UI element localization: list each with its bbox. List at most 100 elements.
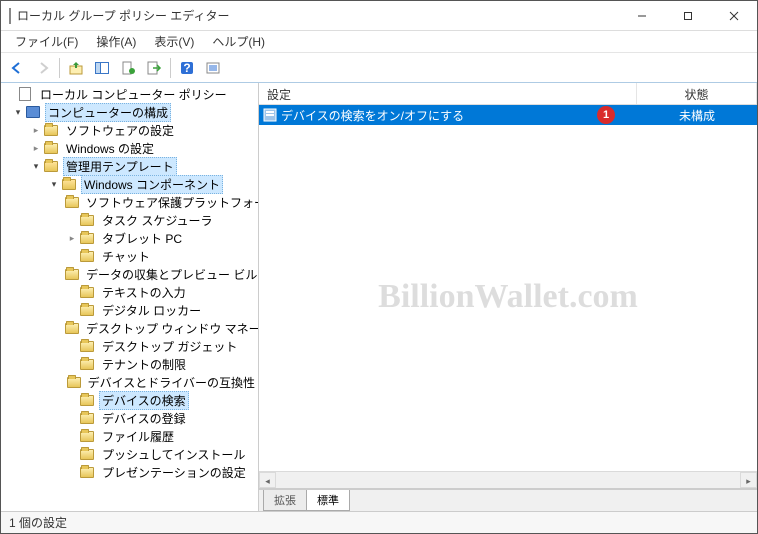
- tree-item[interactable]: デバイスの検索: [3, 391, 258, 409]
- tree-item-label[interactable]: チャット: [99, 248, 153, 265]
- tree-item-label[interactable]: ソフトウェア保護プラットフォーム: [83, 194, 258, 211]
- tree-item-label[interactable]: タスク スケジューラ: [99, 212, 216, 229]
- tree-computer-config[interactable]: コンピューターの構成: [45, 103, 171, 122]
- toolbar: ?: [1, 53, 757, 83]
- expand-toggle-icon[interactable]: [29, 161, 43, 172]
- folder-icon: [43, 122, 59, 138]
- svg-text:?: ?: [183, 61, 190, 75]
- folder-icon: [79, 302, 95, 318]
- tree-item-label[interactable]: データの収集とプレビュー ビル: [83, 266, 258, 283]
- tree-item[interactable]: デジタル ロッカー: [3, 301, 258, 319]
- folder-icon: [79, 392, 95, 408]
- setting-name: デバイスの検索をオン/オフにする: [281, 107, 464, 124]
- details-pane: 設定 状態 デバイスの検索をオン/オフにする 1 未構成 ◂ ▸: [259, 83, 757, 511]
- export-list-button[interactable]: [142, 56, 166, 80]
- tree-item-label[interactable]: デバイスとドライバーの互換性: [85, 374, 258, 391]
- expand-toggle-icon[interactable]: [29, 143, 43, 154]
- nav-forward-button[interactable]: [31, 56, 55, 80]
- title-bar[interactable]: ローカル グループ ポリシー エディター: [1, 1, 757, 31]
- tree-item[interactable]: テキストの入力: [3, 283, 258, 301]
- tree-item-label[interactable]: タブレット PC: [99, 230, 185, 247]
- folder-icon: [79, 356, 95, 372]
- tree-item-label[interactable]: ファイル履歴: [99, 428, 177, 445]
- minimize-button[interactable]: [619, 1, 665, 31]
- toolbar-separator-2: [170, 58, 171, 78]
- maximize-button[interactable]: [665, 1, 711, 31]
- close-button[interactable]: [711, 1, 757, 31]
- properties-button[interactable]: [116, 56, 140, 80]
- show-hide-tree-button[interactable]: [90, 56, 114, 80]
- tree-item[interactable]: データの収集とプレビュー ビル: [3, 265, 258, 283]
- tree-item-label[interactable]: デジタル ロッカー: [99, 302, 204, 319]
- settings-list: 設定 状態 デバイスの検索をオン/オフにする 1 未構成 ◂ ▸: [259, 83, 757, 489]
- app-icon: [9, 9, 11, 23]
- tree-item[interactable]: チャット: [3, 247, 258, 265]
- status-bar: 1 個の設定: [1, 511, 757, 533]
- folder-icon: [79, 230, 95, 246]
- menu-view[interactable]: 表示(V): [146, 31, 202, 52]
- tree-item[interactable]: プッシュしてインストール: [3, 445, 258, 463]
- tree-item[interactable]: デバイスの登録: [3, 409, 258, 427]
- tree-item[interactable]: デスクトップ ウィンドウ マネージ: [3, 319, 258, 337]
- tree-pane: ローカル コンピューター ポリシー コンピューターの構成 ソフトウェアの設定 W…: [1, 83, 259, 511]
- expand-toggle-icon[interactable]: [47, 179, 61, 190]
- tree-item-label[interactable]: テナントの制限: [99, 356, 189, 373]
- tree-scroll[interactable]: ローカル コンピューター ポリシー コンピューターの構成 ソフトウェアの設定 W…: [1, 83, 258, 511]
- nav-back-button[interactable]: [5, 56, 29, 80]
- settings-row-selected[interactable]: デバイスの検索をオン/オフにする 1 未構成: [259, 105, 757, 125]
- gpedit-window: ローカル グループ ポリシー エディター ファイル(F) 操作(A) 表示(V)…: [0, 0, 758, 534]
- menu-file[interactable]: ファイル(F): [7, 31, 86, 52]
- folder-icon: [79, 212, 95, 228]
- policy-item-icon: [263, 108, 277, 122]
- menu-help[interactable]: ヘルプ(H): [204, 31, 273, 52]
- expand-toggle-icon[interactable]: [11, 107, 25, 118]
- tree-software-settings[interactable]: ソフトウェアの設定: [63, 122, 177, 139]
- up-level-button[interactable]: [64, 56, 88, 80]
- tree-item-label[interactable]: デスクトップ ガジェット: [99, 338, 240, 355]
- column-header-state[interactable]: 状態: [637, 83, 757, 104]
- tree-item[interactable]: タブレット PC: [3, 229, 258, 247]
- tree-item[interactable]: デスクトップ ガジェット: [3, 337, 258, 355]
- tree-item[interactable]: ソフトウェア保護プラットフォーム: [3, 193, 258, 211]
- folder-icon: [65, 266, 79, 282]
- tree-windows-components[interactable]: Windows コンポーネント: [81, 175, 223, 194]
- tab-extended[interactable]: 拡張: [263, 490, 307, 511]
- scroll-left-icon[interactable]: ◂: [259, 472, 276, 488]
- tree-item[interactable]: タスク スケジューラ: [3, 211, 258, 229]
- folder-icon: [43, 158, 59, 174]
- tree-item-label[interactable]: プレゼンテーションの設定: [99, 464, 249, 481]
- tree-item-label[interactable]: デバイスの登録: [99, 410, 189, 427]
- filter-button[interactable]: [201, 56, 225, 80]
- window-title-text: ローカル グループ ポリシー エディター: [17, 7, 229, 24]
- menu-action[interactable]: 操作(A): [88, 31, 144, 52]
- folder-icon: [79, 410, 95, 426]
- tree-item[interactable]: プレゼンテーションの設定: [3, 463, 258, 481]
- column-header-setting[interactable]: 設定: [259, 83, 637, 104]
- toolbar-separator: [59, 58, 60, 78]
- menu-bar: ファイル(F) 操作(A) 表示(V) ヘルプ(H): [1, 31, 757, 53]
- window-title: ローカル グループ ポリシー エディター: [9, 7, 619, 24]
- folder-icon: [79, 284, 95, 300]
- tree-root[interactable]: ローカル コンピューター ポリシー: [37, 86, 230, 103]
- tree-item-label[interactable]: テキストの入力: [99, 284, 189, 301]
- tree-windows-settings[interactable]: Windows の設定: [63, 140, 157, 157]
- tree-item[interactable]: ファイル履歴: [3, 427, 258, 445]
- horizontal-scrollbar[interactable]: ◂ ▸: [259, 471, 757, 488]
- policy-root-icon: [17, 86, 33, 102]
- tab-standard[interactable]: 標準: [306, 490, 350, 511]
- view-tabs: 拡張 標準: [259, 489, 757, 511]
- tree-item[interactable]: デバイスとドライバーの互換性: [3, 373, 258, 391]
- tree-item-label[interactable]: デバイスの検索: [99, 391, 189, 410]
- scroll-right-icon[interactable]: ▸: [740, 472, 757, 488]
- folder-icon: [79, 248, 95, 264]
- tree-item[interactable]: テナントの制限: [3, 355, 258, 373]
- tree-admin-templates[interactable]: 管理用テンプレート: [63, 157, 177, 176]
- annotation-badge: 1: [597, 106, 615, 124]
- setting-state: 未構成: [637, 107, 757, 124]
- help-button[interactable]: ?: [175, 56, 199, 80]
- expand-toggle-icon[interactable]: [29, 125, 43, 136]
- tree-item-label[interactable]: プッシュしてインストール: [99, 446, 248, 463]
- tree-item-label[interactable]: デスクトップ ウィンドウ マネージ: [83, 320, 258, 337]
- list-header: 設定 状態: [259, 83, 757, 105]
- expand-toggle-icon[interactable]: [65, 233, 79, 244]
